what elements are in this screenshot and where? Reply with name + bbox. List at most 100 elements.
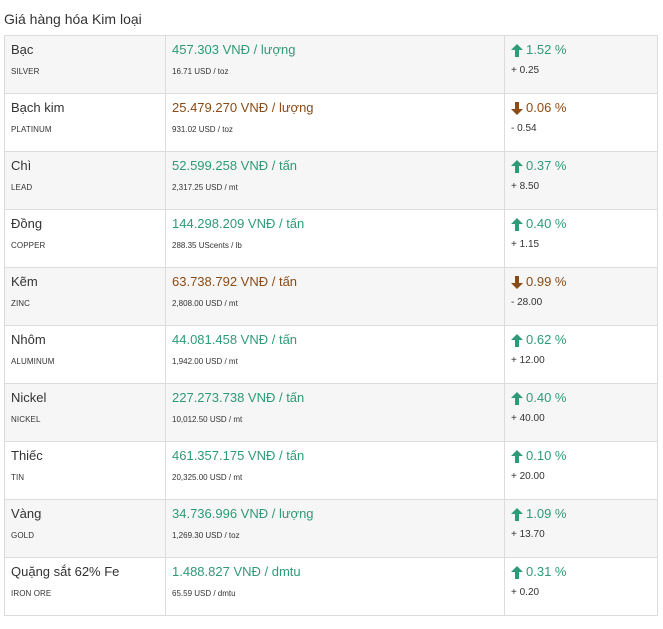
metal-price-cell: 63.738.792 VNĐ / tấn 2,808.00 USD / mt [165, 267, 505, 326]
change-percent: 0.10 % [511, 448, 657, 464]
change-percent-value: 1.52 % [526, 42, 567, 57]
metal-price-vnd: 144.298.209 VNĐ / tấn [172, 216, 305, 231]
metal-price-vnd: 63.738.792 VNĐ / tấn [172, 274, 298, 289]
change-percent-value: 1.09 % [526, 506, 567, 521]
change-percent-value: 0.31 % [526, 564, 567, 579]
metal-price-vnd: 34.736.996 VNĐ / lượng [172, 506, 314, 521]
table-row: Bạc SILVER 457.303 VNĐ / lượng 16.71 USD… [4, 35, 658, 94]
metal-change-cell: 1.52 % + 0.25 [504, 35, 658, 94]
change-absolute: + 8.50 [511, 181, 540, 192]
metal-price-world: 2,808.00 USD / mt [172, 299, 238, 308]
metal-price-vnd: 25.479.270 VNĐ / lượng [172, 100, 314, 115]
metal-price-world: 10,012.50 USD / mt [172, 415, 243, 424]
metal-price-world: 16.71 USD / toz [172, 67, 229, 76]
table-row: Vàng GOLD 34.736.996 VNĐ / lượng 1,269.3… [4, 499, 658, 558]
metal-change-cell: 0.06 % - 0.54 [504, 93, 658, 152]
table-row: Chì LEAD 52.599.258 VNĐ / tấn 2,317.25 U… [4, 151, 658, 210]
arrow-up-icon [511, 449, 523, 463]
metal-name-cell: Vàng GOLD [4, 499, 166, 558]
metal-name-cell: Quặng sắt 62% Fe IRON ORE [4, 557, 166, 616]
change-percent-value: 0.40 % [526, 390, 567, 405]
metal-price-vnd: 1.488.827 VNĐ / dmtu [172, 564, 301, 579]
metal-price-cell: 227.273.738 VNĐ / tấn 10,012.50 USD / mt [165, 383, 505, 442]
metal-price-world: 1,942.00 USD / mt [172, 357, 238, 366]
metal-name: Kẽm [11, 274, 38, 289]
metal-name: Thiếc [11, 448, 43, 463]
metal-name-cell: Đồng COPPER [4, 209, 166, 268]
metal-price-cell: 461.357.175 VNĐ / tấn 20,325.00 USD / mt [165, 441, 505, 500]
change-absolute: + 40.00 [511, 413, 545, 424]
metal-price-world: 931.02 USD / toz [172, 125, 233, 134]
metal-price-vnd: 44.081.458 VNĐ / tấn [172, 332, 298, 347]
change-percent: 0.37 % [511, 158, 657, 174]
metal-code: LEAD [11, 183, 33, 192]
arrow-up-icon [511, 565, 523, 579]
metal-price-world: 20,325.00 USD / mt [172, 473, 243, 482]
change-percent: 1.09 % [511, 506, 657, 522]
metal-price-cell: 52.599.258 VNĐ / tấn 2,317.25 USD / mt [165, 151, 505, 210]
metal-name: Chì [11, 158, 32, 173]
metal-code: ZINC [11, 299, 31, 308]
metals-price-table: Bạc SILVER 457.303 VNĐ / lượng 16.71 USD… [4, 35, 658, 616]
metal-price-cell: 457.303 VNĐ / lượng 16.71 USD / toz [165, 35, 505, 94]
table-row: Đồng COPPER 144.298.209 VNĐ / tấn 288.35… [4, 209, 658, 268]
table-row: Quặng sắt 62% Fe IRON ORE 1.488.827 VNĐ … [4, 557, 658, 616]
metal-name-cell: Thiếc TIN [4, 441, 166, 500]
metal-code: COPPER [11, 241, 46, 250]
change-absolute: + 12.00 [511, 355, 545, 366]
metal-name: Bạc [11, 42, 34, 57]
change-percent: 0.99 % [511, 274, 657, 290]
metal-change-cell: 0.10 % + 20.00 [504, 441, 658, 500]
metal-code: IRON ORE [11, 589, 52, 598]
metal-change-cell: 0.31 % + 0.20 [504, 557, 658, 616]
table-row: Nickel NICKEL 227.273.738 VNĐ / tấn 10,0… [4, 383, 658, 442]
arrow-up-icon [511, 43, 523, 57]
metal-code: NICKEL [11, 415, 41, 424]
change-percent-value: 0.62 % [526, 332, 567, 347]
change-absolute: - 28.00 [511, 297, 543, 308]
metal-price-cell: 1.488.827 VNĐ / dmtu 65.59 USD / dmtu [165, 557, 505, 616]
metal-name-cell: Kẽm ZINC [4, 267, 166, 326]
change-percent-value: 0.99 % [526, 274, 567, 289]
metal-price-vnd: 457.303 VNĐ / lượng [172, 42, 296, 57]
metal-change-cell: 0.40 % + 1.15 [504, 209, 658, 268]
change-percent: 0.31 % [511, 564, 657, 580]
arrow-down-icon [511, 101, 523, 115]
metal-name-cell: Bạch kim PLATINUM [4, 93, 166, 152]
metal-code: ALUMINUM [11, 357, 55, 366]
metal-price-vnd: 461.357.175 VNĐ / tấn [172, 448, 305, 463]
change-absolute: + 1.15 [511, 239, 540, 250]
change-percent-value: 0.06 % [526, 100, 567, 115]
arrow-up-icon [511, 391, 523, 405]
change-percent: 0.40 % [511, 390, 657, 406]
change-absolute: + 0.25 [511, 65, 540, 76]
metal-price-world: 65.59 USD / dmtu [172, 589, 236, 598]
change-percent: 0.62 % [511, 332, 657, 348]
metal-name-cell: Bạc SILVER [4, 35, 166, 94]
metal-price-world: 1,269.30 USD / toz [172, 531, 240, 540]
metal-price-vnd: 227.273.738 VNĐ / tấn [172, 390, 305, 405]
table-row: Bạch kim PLATINUM 25.479.270 VNĐ / lượng… [4, 93, 658, 152]
metal-price-cell: 144.298.209 VNĐ / tấn 288.35 UScents / l… [165, 209, 505, 268]
arrow-up-icon [511, 217, 523, 231]
metal-change-cell: 0.99 % - 28.00 [504, 267, 658, 326]
arrow-down-icon [511, 275, 523, 289]
metal-change-cell: 0.37 % + 8.50 [504, 151, 658, 210]
metal-code: SILVER [11, 67, 40, 76]
metal-change-cell: 0.40 % + 40.00 [504, 383, 658, 442]
change-percent: 0.40 % [511, 216, 657, 232]
table-row: Thiếc TIN 461.357.175 VNĐ / tấn 20,325.0… [4, 441, 658, 500]
change-percent-value: 0.40 % [526, 216, 567, 231]
arrow-up-icon [511, 333, 523, 347]
change-percent-value: 0.10 % [526, 448, 567, 463]
metal-code: PLATINUM [11, 125, 52, 134]
change-absolute: + 20.00 [511, 471, 545, 482]
metal-price-cell: 34.736.996 VNĐ / lượng 1,269.30 USD / to… [165, 499, 505, 558]
metal-price-cell: 44.081.458 VNĐ / tấn 1,942.00 USD / mt [165, 325, 505, 384]
arrow-up-icon [511, 507, 523, 521]
metal-price-vnd: 52.599.258 VNĐ / tấn [172, 158, 298, 173]
metal-change-cell: 0.62 % + 12.00 [504, 325, 658, 384]
arrow-up-icon [511, 159, 523, 173]
metal-change-cell: 1.09 % + 13.70 [504, 499, 658, 558]
metal-name: Đồng [11, 216, 43, 231]
